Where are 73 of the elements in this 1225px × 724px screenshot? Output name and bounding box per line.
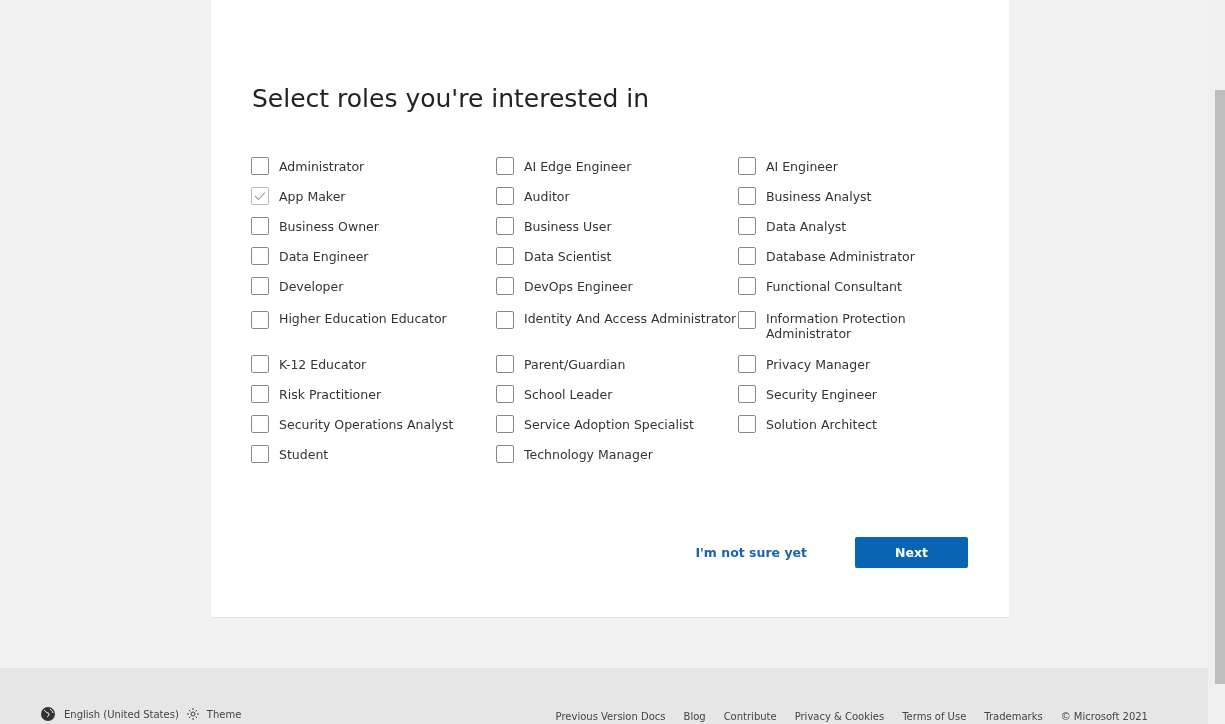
role-label[interactable]: Risk Practitioner (279, 386, 382, 402)
role-label[interactable]: Functional Consultant (766, 278, 902, 294)
checkbox[interactable] (738, 355, 756, 373)
role-label[interactable]: Parent/Guardian (524, 356, 626, 372)
role-label[interactable]: Business Owner (279, 218, 379, 234)
next-button[interactable]: Next (855, 537, 968, 568)
role-label[interactable]: Technology Manager (524, 446, 653, 462)
checkbox[interactable] (251, 355, 269, 373)
role-label[interactable]: Security Engineer (766, 386, 877, 402)
not-sure-link[interactable]: I'm not sure yet (695, 545, 807, 560)
footer-link[interactable]: © Microsoft 2021 (1060, 711, 1148, 722)
checkbox[interactable] (738, 277, 756, 295)
checkbox[interactable] (738, 217, 756, 235)
footer-link[interactable]: Contribute (723, 711, 777, 722)
role-label[interactable]: Data Engineer (279, 248, 369, 264)
role-label[interactable]: App Maker (279, 188, 346, 204)
checkbox[interactable] (738, 415, 756, 433)
role-label[interactable]: Business User (524, 218, 612, 234)
footer-link[interactable]: Trademarks (984, 711, 1043, 722)
role-label[interactable]: Security Operations Analyst (279, 416, 454, 432)
role-label[interactable]: School Leader (524, 386, 613, 402)
checkbox[interactable] (251, 445, 269, 463)
checkbox[interactable] (496, 385, 514, 403)
role-label[interactable]: Solution Architect (766, 416, 877, 432)
checkbox[interactable] (251, 277, 269, 295)
checkbox[interactable] (251, 157, 269, 175)
role-label[interactable]: DevOps Engineer (524, 278, 633, 294)
role-label[interactable]: Privacy Manager (766, 356, 871, 372)
role-label[interactable]: AI Engineer (766, 158, 838, 174)
footer-link[interactable]: Privacy & Cookies (794, 711, 885, 722)
checkbox[interactable] (251, 217, 269, 235)
globe-icon (40, 706, 56, 722)
checkbox[interactable] (738, 385, 756, 403)
role-label[interactable]: AI Edge Engineer (524, 158, 632, 174)
role-label[interactable]: K-12 Educator (279, 356, 367, 372)
theme-button[interactable]: Theme (206, 708, 242, 720)
checkbox[interactable] (738, 187, 756, 205)
checkbox[interactable] (496, 355, 514, 373)
role-label[interactable]: Information Protection Administrator (766, 311, 983, 341)
check-icon (254, 191, 266, 201)
footer-link[interactable]: Terms of Use (902, 711, 967, 722)
role-label[interactable]: Higher Education Educator (279, 311, 447, 326)
checkbox[interactable] (496, 157, 514, 175)
checkbox[interactable] (496, 311, 514, 329)
role-label[interactable]: Database Administrator (766, 248, 915, 264)
footer-link[interactable]: Blog (683, 711, 706, 722)
checkbox[interactable] (496, 415, 514, 433)
checkbox[interactable] (738, 247, 756, 265)
checkbox[interactable] (496, 277, 514, 295)
checkbox[interactable] (251, 187, 269, 205)
checkbox[interactable] (738, 311, 756, 329)
checkbox[interactable] (496, 445, 514, 463)
sun-icon (186, 708, 199, 720)
role-label[interactable]: Data Scientist (524, 248, 612, 264)
locale-link[interactable]: English (United States) (64, 708, 179, 720)
checkbox[interactable] (496, 217, 514, 235)
role-label[interactable]: Auditor (524, 188, 570, 204)
role-label[interactable]: Student (279, 446, 329, 462)
checkbox[interactable] (496, 187, 514, 205)
checkbox[interactable] (251, 311, 269, 329)
footer-link[interactable]: Previous Version Docs (555, 711, 666, 722)
checkbox[interactable] (251, 385, 269, 403)
role-label[interactable]: Service Adoption Specialist (524, 416, 694, 432)
role-label[interactable]: Data Analyst (766, 218, 847, 234)
role-label[interactable]: Developer (279, 278, 344, 294)
role-label[interactable]: Administrator (279, 158, 365, 174)
role-label[interactable]: Identity And Access Administrator (524, 311, 737, 326)
page-title: Select roles you're interested in (252, 84, 651, 113)
role-label[interactable]: Business Analyst (766, 188, 872, 204)
checkbox[interactable] (251, 247, 269, 265)
checkbox[interactable] (251, 415, 269, 433)
checkbox[interactable] (738, 157, 756, 175)
checkbox[interactable] (496, 247, 514, 265)
